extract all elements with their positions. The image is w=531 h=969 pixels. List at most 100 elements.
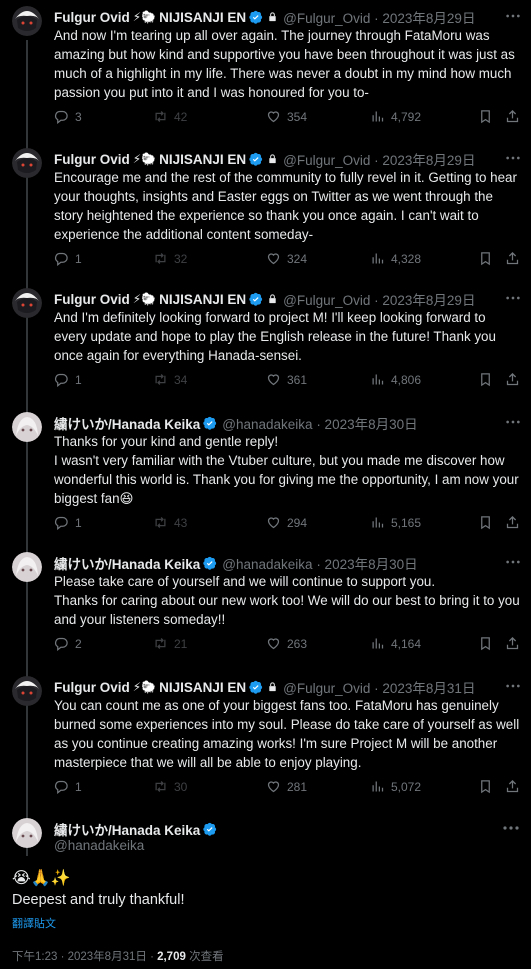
action-count: 5,165 <box>391 515 422 530</box>
author-org[interactable]: NIJISANJI EN <box>159 292 246 307</box>
share-button[interactable] <box>505 636 526 651</box>
verified-badge-icon <box>203 416 217 430</box>
translate-link[interactable]: 翻譯貼文 <box>12 915 56 931</box>
author-name[interactable]: Fulgur Ovid <box>54 10 130 25</box>
share-button[interactable] <box>505 372 526 387</box>
author-name[interactable]: Fulgur Ovid <box>54 152 130 167</box>
author-handle[interactable]: @Fulgur_Ovid · 2023年8月31日 <box>283 677 475 697</box>
more-options-icon[interactable] <box>505 290 521 306</box>
author-handle[interactable]: @Fulgur_Ovid · 2023年8月29日 <box>283 289 475 309</box>
reply-button[interactable]: 2 <box>54 636 82 651</box>
more-options-icon[interactable] <box>503 826 519 830</box>
tweet-actions: 1 43 294 5,165 <box>54 515 531 533</box>
action-count: 42 <box>174 109 188 124</box>
tweet-actions: 3 42 354 4,792 <box>54 109 531 127</box>
share-icon <box>506 251 519 265</box>
views-label: 次查看 <box>185 951 224 963</box>
author-name[interactable]: 繍けいか/Hanada Keika <box>54 819 200 839</box>
author-handle[interactable]: @Fulgur_Ovid · 2023年8月29日 <box>283 149 475 169</box>
verified-badge-icon <box>203 556 217 570</box>
action-count: 1 <box>75 515 82 530</box>
views-button[interactable]: 4,792 <box>370 109 421 124</box>
avatar[interactable] <box>12 552 42 582</box>
author-org[interactable]: NIJISANJI EN <box>159 680 246 695</box>
bookmark-button[interactable] <box>478 515 499 530</box>
author-name[interactable]: Fulgur Ovid <box>54 680 130 695</box>
share-button[interactable] <box>505 515 526 530</box>
author-handle[interactable]: @Fulgur_Ovid · 2023年8月29日 <box>283 7 475 27</box>
share-button[interactable] <box>505 109 526 124</box>
like-button[interactable]: 263 <box>266 636 307 651</box>
more-options-icon[interactable] <box>505 554 521 570</box>
tweet-header: 繍けいか/Hanada Keika @hanadakeika · 2023年8月3… <box>54 413 523 433</box>
more-options-icon[interactable] <box>505 678 521 694</box>
tweet-header: Fulgur Ovid ⚡🐑 NIJISANJI EN @Fulgur_Ovid · … <box>54 7 523 27</box>
avatar[interactable] <box>12 6 42 36</box>
retweet-button[interactable]: 21 <box>153 636 187 651</box>
tweet-actions: 1 30 281 5,072 <box>54 779 531 797</box>
analytics-icon <box>372 253 384 264</box>
heart-icon <box>267 253 280 265</box>
analytics-icon <box>372 781 384 792</box>
retweet-icon <box>155 253 166 264</box>
author-handle[interactable]: @hanadakeika <box>54 838 144 853</box>
author-org[interactable]: NIJISANJI EN <box>159 152 246 167</box>
retweet-button[interactable]: 42 <box>153 109 187 124</box>
author-name[interactable]: Fulgur Ovid <box>54 292 130 307</box>
avatar[interactable] <box>12 676 42 706</box>
views-button[interactable]: 5,072 <box>370 779 421 794</box>
retweet-button[interactable]: 34 <box>153 372 187 387</box>
name-emoji: ⚡🐑 <box>132 680 157 694</box>
avatar[interactable] <box>12 818 42 848</box>
avatar[interactable] <box>12 148 42 178</box>
bookmark-button[interactable] <box>478 109 499 124</box>
share-button[interactable] <box>505 779 526 794</box>
reply-button[interactable]: 1 <box>54 515 82 530</box>
action-count: 5,072 <box>391 779 422 794</box>
like-button[interactable]: 354 <box>266 109 307 124</box>
retweet-button[interactable]: 43 <box>153 515 187 530</box>
reply-button[interactable]: 1 <box>54 779 82 794</box>
bookmark-icon <box>481 373 490 387</box>
bookmark-button[interactable] <box>478 251 499 266</box>
reply-button[interactable]: 3 <box>54 109 82 124</box>
action-count: 34 <box>174 372 188 387</box>
more-options-icon[interactable] <box>505 414 521 430</box>
action-count: 294 <box>287 515 308 530</box>
bookmark-button[interactable] <box>478 636 499 651</box>
share-icon <box>506 372 519 386</box>
retweet-button[interactable]: 32 <box>153 251 187 266</box>
tweet-text: You can count me as one of your biggest … <box>54 698 520 770</box>
author-name[interactable]: 繍けいか/Hanada Keika <box>54 413 200 433</box>
like-button[interactable]: 324 <box>266 251 307 266</box>
author-handle[interactable]: @hanadakeika · 2023年8月30日 <box>222 553 417 573</box>
views-button[interactable]: 4,328 <box>370 251 421 266</box>
avatar[interactable] <box>12 412 42 442</box>
more-options-icon[interactable] <box>505 8 521 24</box>
views-button[interactable]: 4,806 <box>370 372 421 387</box>
tweet-text: And I'm definitely looking forward to pr… <box>54 310 496 363</box>
like-button[interactable]: 294 <box>266 515 307 530</box>
more-options-icon[interactable] <box>505 150 521 166</box>
views-button[interactable]: 4,164 <box>370 636 421 651</box>
reply-icon <box>54 252 68 266</box>
avatar[interactable] <box>12 288 42 318</box>
like-button[interactable]: 361 <box>266 372 307 387</box>
tweet-timestamp[interactable]: 下午1:23 · 2023年8月31日 · <box>12 951 157 963</box>
analytics-icon <box>372 638 384 649</box>
like-button[interactable]: 281 <box>266 779 307 794</box>
reply-button[interactable]: 1 <box>54 372 82 387</box>
heart-icon <box>267 638 280 650</box>
retweet-button[interactable]: 30 <box>153 779 187 794</box>
retweet-icon <box>155 111 166 122</box>
author-org[interactable]: NIJISANJI EN <box>159 10 246 25</box>
bookmark-button[interactable] <box>478 779 499 794</box>
lock-icon <box>269 12 276 22</box>
author-handle[interactable]: @hanadakeika · 2023年8月30日 <box>222 413 417 433</box>
tweet-actions: 1 34 361 4,806 <box>54 372 531 390</box>
reply-button[interactable]: 1 <box>54 251 82 266</box>
bookmark-button[interactable] <box>478 372 499 387</box>
share-button[interactable] <box>505 251 526 266</box>
author-name[interactable]: 繍けいか/Hanada Keika <box>54 553 200 573</box>
views-button[interactable]: 5,165 <box>370 515 421 530</box>
